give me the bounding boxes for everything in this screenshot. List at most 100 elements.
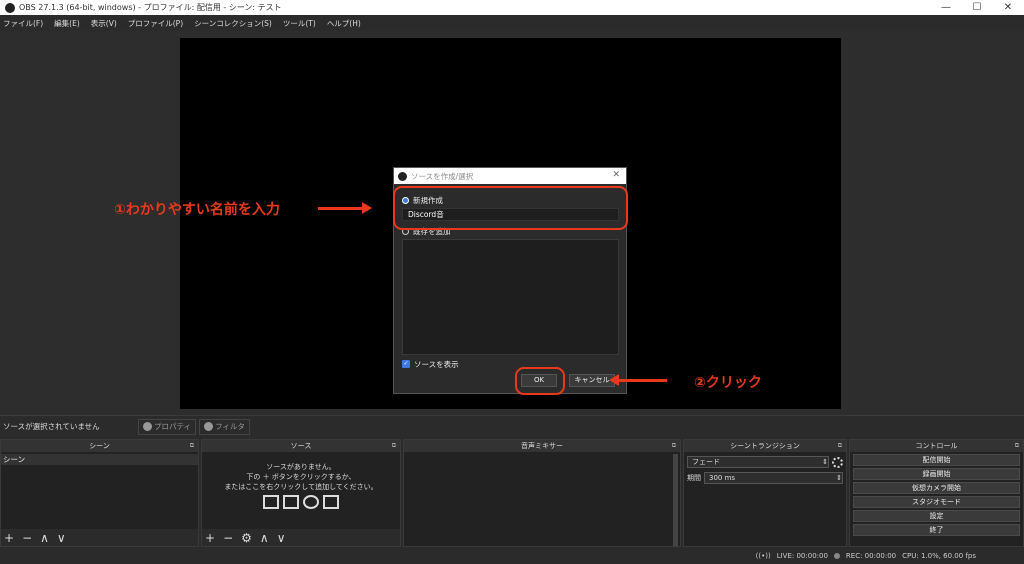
close-window-button[interactable]: ✕ [993, 0, 1023, 15]
existing-sources-list[interactable] [402, 239, 619, 355]
move-scene-down-button[interactable]: ∨ [57, 532, 66, 544]
sources-empty-line3: またはここを右クリックして追加してください。 [224, 483, 378, 491]
settings-button[interactable]: 設定 [853, 510, 1020, 522]
show-source-label: ソースを表示 [414, 359, 459, 369]
spin-arrows-icon[interactable]: ⇕ [836, 474, 842, 482]
show-source-checkbox[interactable]: ✓ [402, 360, 410, 368]
sources-empty-line2: 下の ＋ ボタンをクリックするか、 [246, 473, 356, 481]
sources-empty-message: ソースがありません。 下の ＋ ボタンをクリックするか、 またはここを右クリック… [202, 462, 400, 492]
studio-mode-button[interactable]: スタジオモード [853, 496, 1020, 508]
status-bar: ((•)) LIVE: 00:00:00 REC: 00:00:00 CPU: … [0, 547, 1024, 564]
dialog-titlebar: ソースを作成/選択 ✕ [394, 168, 626, 184]
add-scene-button[interactable]: + [4, 532, 14, 544]
controls-dock-header: コントロール ⧉ [850, 440, 1023, 452]
maximize-button[interactable]: ☐ [962, 0, 992, 15]
sources-dock-header: ソース ⧉ [202, 440, 400, 452]
duration-label: 期間 [687, 474, 701, 482]
start-recording-button[interactable]: 録画開始 [853, 468, 1020, 480]
scenes-toolbar: + − ∧ ∨ [1, 529, 198, 546]
scenes-dock-title: シーン [89, 442, 110, 450]
annotation-step2: ②クリック [694, 375, 762, 391]
duration-spinbox[interactable]: 300 ms ⇕ [704, 472, 843, 484]
arrow-step1-head [362, 202, 372, 214]
live-icon: ((•)) [755, 551, 771, 560]
audio-mixer-dock: 音声ミキサー ⧉ [403, 439, 681, 547]
mixer-dock-header: 音声ミキサー ⧉ [404, 440, 680, 452]
image-icon [263, 495, 279, 509]
transition-selected-value: フェード [692, 458, 720, 466]
dialog-title: ソースを作成/選択 [411, 171, 474, 181]
transition-select[interactable]: フェード ⇕ [687, 456, 829, 468]
arrow-step2-head [609, 374, 619, 386]
move-scene-up-button[interactable]: ∧ [40, 532, 49, 544]
undock-icon[interactable]: ⧉ [672, 442, 676, 450]
mixer-dock-title: 音声ミキサー [521, 442, 563, 450]
live-time: LIVE: 00:00:00 [776, 551, 828, 560]
source-type-icons [202, 495, 400, 509]
transition-select-row: フェード ⇕ [687, 456, 843, 468]
remove-scene-button[interactable]: − [22, 532, 32, 544]
scene-list-item[interactable]: シーン [1, 454, 198, 465]
close-icon[interactable]: ✕ [612, 170, 620, 180]
sources-dock: ソース ⧉ ソースがありません。 下の ＋ ボタンをクリックするか、 またはここ… [201, 439, 401, 547]
undock-icon[interactable]: ⧉ [190, 442, 194, 450]
add-source-button[interactable]: + [205, 532, 215, 544]
duration-value: 300 ms [709, 474, 736, 482]
properties-button[interactable]: プロパティ [138, 418, 197, 435]
menu-tools[interactable]: ツール(T) [283, 18, 316, 29]
menu-scene-collection[interactable]: シーンコレクション(S) [194, 18, 272, 29]
undock-icon[interactable]: ⧉ [838, 442, 842, 450]
source-toolbar: ソースが選択されていません プロパティ フィルタ [0, 415, 1024, 437]
menu-bar: ファイル(F) 編集(E) 表示(V) プロファイル(P) シーンコレクション(… [0, 15, 1024, 31]
duration-row: 期間 300 ms ⇕ [687, 472, 843, 484]
exit-button[interactable]: 終了 [853, 524, 1020, 536]
rec-time: REC: 00:00:00 [845, 551, 897, 560]
scenes-dock-header: シーン ⧉ [1, 440, 198, 452]
name-highlight-outline [393, 186, 628, 230]
cpu-fps: CPU: 1.0%, 60.00 fps [902, 551, 976, 560]
arrow-step2 [617, 379, 667, 382]
gear-icon[interactable] [832, 456, 843, 468]
sources-empty-line1: ソースがありません。 [266, 463, 336, 471]
filters-button[interactable]: フィルタ [199, 418, 250, 435]
menu-file[interactable]: ファイル(F) [3, 18, 43, 29]
ok-highlight-outline [515, 367, 565, 395]
gear-icon [143, 422, 152, 431]
undock-icon[interactable]: ⧉ [392, 442, 396, 450]
transitions-dock-header: シーントランジション ⧉ [684, 440, 846, 452]
move-source-down-button[interactable]: ∨ [277, 532, 286, 544]
show-source-option[interactable]: ✓ ソースを表示 [402, 359, 626, 369]
mixer-scrollbar[interactable] [673, 454, 678, 546]
no-source-selected-label: ソースが選択されていません [3, 422, 100, 431]
menu-help[interactable]: ヘルプ(H) [327, 18, 361, 29]
obs-logo-icon [5, 2, 15, 13]
remove-source-button[interactable]: − [223, 532, 233, 544]
move-source-up-button[interactable]: ∧ [260, 532, 269, 544]
annotation-step1: ①わかりやすい名前を入力 [114, 202, 280, 218]
window-titlebar: OBS 27.1.3 (64-bit, windows) - プロファイル: 配… [0, 0, 1024, 15]
minimize-button[interactable]: — [931, 0, 961, 15]
start-virtual-camera-button[interactable]: 仮想カメラ開始 [853, 482, 1020, 494]
display-icon [283, 495, 299, 509]
scenes-dock: シーン ⧉ シーン + − ∧ ∨ [0, 439, 199, 547]
undock-icon[interactable]: ⧉ [1015, 442, 1019, 450]
menu-profile[interactable]: プロファイル(P) [128, 18, 183, 29]
rec-dot-icon [833, 552, 840, 559]
arrow-step1 [318, 207, 364, 210]
controls-dock: コントロール ⧉ 配信開始 録画開始 仮想カメラ開始 スタジオモード 設定 終了 [849, 439, 1024, 547]
menu-view[interactable]: 表示(V) [91, 18, 117, 29]
properties-label: プロパティ [154, 422, 192, 431]
sources-toolbar: + − ⚙ ∧ ∨ [202, 529, 400, 546]
globe-icon [303, 495, 319, 509]
menu-edit[interactable]: 編集(E) [54, 18, 80, 29]
scene-transitions-dock: シーントランジション ⧉ フェード ⇕ 期間 300 ms ⇕ [683, 439, 847, 547]
window-title: OBS 27.1.3 (64-bit, windows) - プロファイル: 配… [19, 3, 282, 12]
sources-dock-title: ソース [290, 442, 312, 450]
controls-dock-title: コントロール [915, 442, 958, 450]
filter-icon [204, 422, 214, 431]
start-streaming-button[interactable]: 配信開始 [853, 454, 1020, 466]
source-properties-button[interactable]: ⚙ [241, 532, 252, 544]
obs-logo-icon [398, 171, 407, 181]
filters-label: フィルタ [215, 422, 245, 431]
camera-icon [323, 495, 339, 509]
